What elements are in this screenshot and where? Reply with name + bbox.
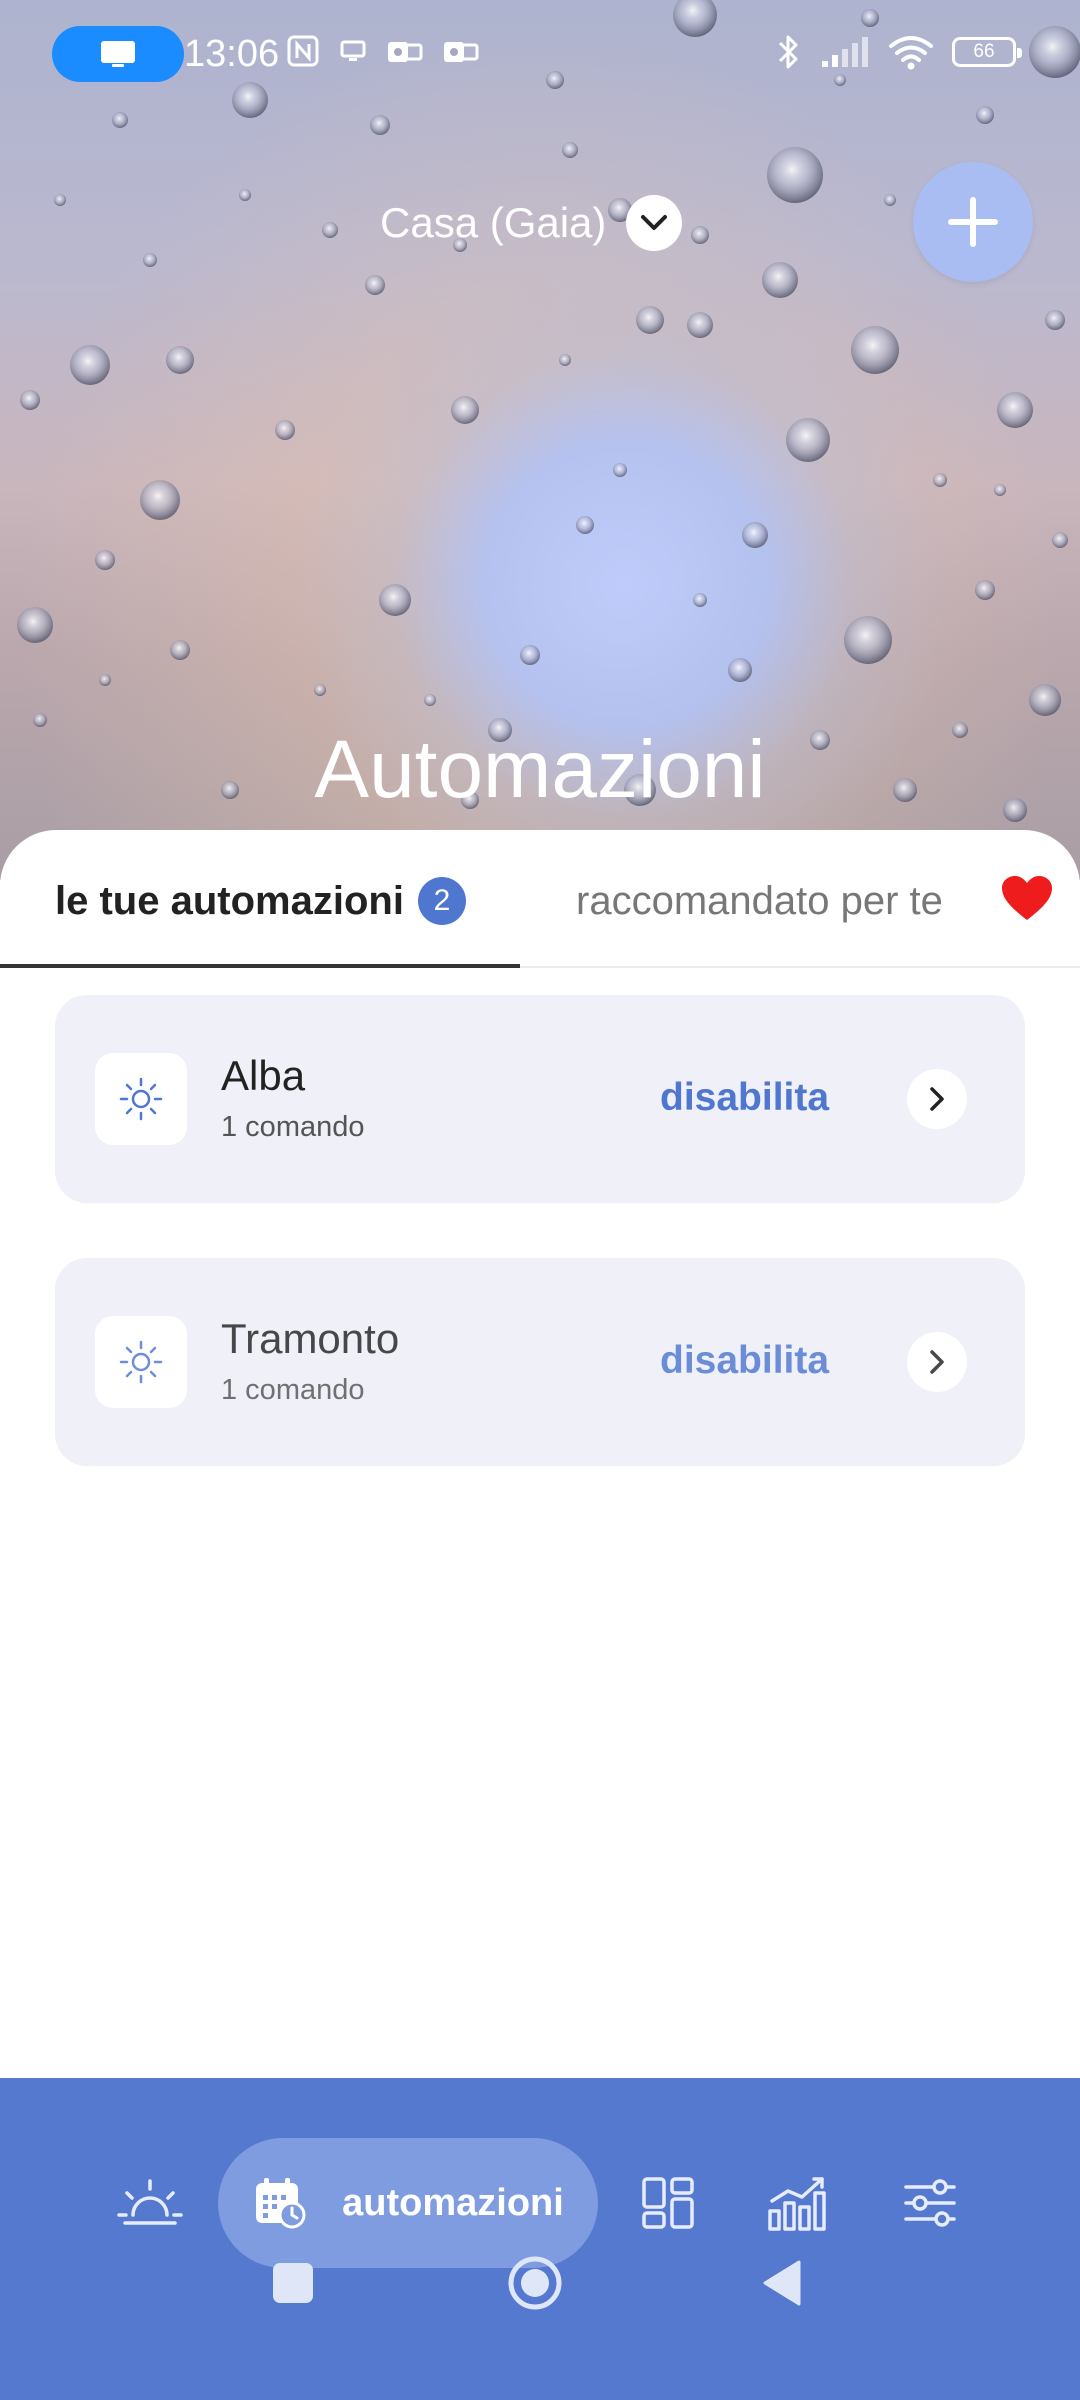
system-icons: 66 xyxy=(774,32,1022,72)
home-circle-icon xyxy=(508,2256,562,2310)
square-icon xyxy=(273,2263,313,2303)
heart-icon xyxy=(1002,876,1052,920)
add-automation-button[interactable] xyxy=(913,162,1033,282)
automation-name: Alba xyxy=(221,1052,306,1099)
content-sheet: le tue automazioni 2 raccomandato per te xyxy=(0,830,1080,2080)
automation-name: Tramonto xyxy=(221,1315,400,1362)
notification-icons xyxy=(286,34,480,68)
signal-icon xyxy=(822,37,868,67)
chevron-down-icon xyxy=(626,195,683,251)
battery-indicator: 66 xyxy=(952,37,1022,67)
plus-icon xyxy=(948,197,998,247)
open-automation-button[interactable] xyxy=(907,1069,967,1129)
back-button[interactable] xyxy=(726,2218,836,2348)
tab-recommended-label: raccomandato per te xyxy=(576,879,943,923)
home-selector[interactable]: Casa (Gaia) xyxy=(380,190,683,256)
tab-bar: le tue automazioni 2 raccomandato per te xyxy=(0,830,1080,968)
status-time: 13:06 xyxy=(184,33,280,75)
tab-recommended[interactable]: raccomandato per te xyxy=(540,830,1080,968)
page-title: Automazioni xyxy=(314,724,766,815)
chevron-right-icon xyxy=(930,1350,944,1374)
automation-icon-box xyxy=(95,1316,187,1408)
bluetooth-icon xyxy=(778,35,798,69)
automation-icon-box xyxy=(95,1053,187,1145)
home-button[interactable] xyxy=(480,2218,590,2348)
automation-command-count: 1 comando xyxy=(221,1374,365,1406)
chevron-right-icon xyxy=(930,1087,944,1111)
home-name: Casa (Gaia) xyxy=(380,199,607,246)
sun-icon xyxy=(119,1077,163,1121)
disable-button[interactable]: disabilita xyxy=(660,1073,829,1123)
monitor-icon xyxy=(101,41,135,67)
automation-card[interactable]: Alba 1 comando disabilita xyxy=(55,995,1025,1203)
screen-cast-indicator[interactable] xyxy=(52,26,184,82)
automation-card[interactable]: Tramonto 1 comando disabilita xyxy=(55,1258,1025,1466)
automation-command-count: 1 comando xyxy=(221,1111,365,1143)
wifi-icon xyxy=(889,36,933,70)
system-navigation-bar xyxy=(0,2218,1080,2348)
outlook-icon xyxy=(388,42,423,62)
screen-icon xyxy=(340,40,366,61)
nfc-icon xyxy=(287,35,319,67)
status-bar: 13:06 66 xyxy=(0,0,1080,110)
open-automation-button[interactable] xyxy=(907,1332,967,1392)
back-triangle-icon xyxy=(763,2260,801,2306)
recent-apps-button[interactable] xyxy=(238,2218,348,2348)
sun-icon xyxy=(119,1340,163,1384)
disable-button[interactable]: disabilita xyxy=(660,1336,829,1386)
outlook-icon-2 xyxy=(444,42,479,62)
tab-my-automations-label: le tue automazioni xyxy=(55,879,404,923)
tab-my-automations[interactable]: le tue automazioni 2 xyxy=(0,830,520,968)
count-badge: 2 xyxy=(418,877,466,925)
